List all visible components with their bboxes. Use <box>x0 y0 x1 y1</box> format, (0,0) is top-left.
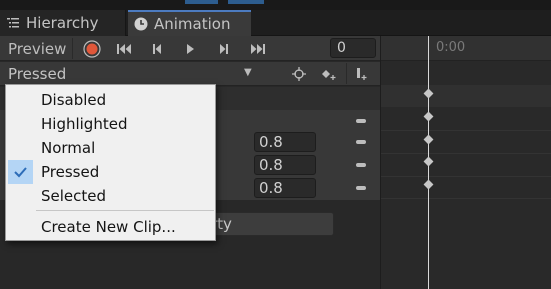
toolbar-accent-segment <box>228 0 264 4</box>
track-divider <box>381 130 551 131</box>
tab-hierarchy[interactable]: Hierarchy <box>0 10 126 36</box>
property-value-field[interactable]: 0.8 <box>254 178 316 198</box>
track-divider <box>381 176 551 177</box>
property-menu-icon[interactable] <box>356 119 366 123</box>
menu-item-pressed[interactable]: Pressed <box>6 160 215 184</box>
dropdown-arrow-icon[interactable]: ▼ <box>244 67 252 78</box>
timeline-area[interactable]: 0:00 <box>380 36 551 289</box>
menu-item-create-new-clip[interactable]: Create New Clip... <box>6 215 215 239</box>
first-key-icon[interactable] <box>110 38 138 59</box>
animation-clock-icon <box>134 17 148 31</box>
tab-animation-label: Animation <box>154 15 231 33</box>
track-divider <box>381 153 551 154</box>
keyframe[interactable] <box>423 179 434 190</box>
clip-selector-row: Pressed ▼ <box>0 62 380 86</box>
property-menu-icon[interactable] <box>356 163 366 167</box>
last-key-icon[interactable] <box>244 38 272 59</box>
animation-toolbar: Preview 0 <box>0 36 380 61</box>
property-value-field[interactable]: 0.8 <box>254 155 316 175</box>
track-divider <box>381 198 551 199</box>
menu-item-selected[interactable]: Selected <box>6 184 215 208</box>
hierarchy-icon <box>6 16 20 30</box>
keyframe[interactable] <box>423 156 434 167</box>
menu-item-disabled[interactable]: Disabled <box>6 88 215 112</box>
tab-animation[interactable]: Animation <box>128 10 251 36</box>
time-ruler[interactable]: 0:00 <box>381 36 551 61</box>
property-menu-icon[interactable] <box>356 140 366 144</box>
summary-row <box>381 85 551 107</box>
frame-input[interactable]: 0 <box>330 38 376 58</box>
menu-separator <box>36 210 214 211</box>
ruler-time-label: 0:00 <box>436 40 466 55</box>
next-key-icon[interactable] <box>210 38 238 59</box>
top-strip <box>0 0 551 10</box>
property-menu-icon[interactable] <box>356 186 366 190</box>
add-event-icon[interactable] <box>346 63 375 84</box>
prev-key-icon[interactable] <box>143 38 171 59</box>
keyframe[interactable] <box>423 111 434 122</box>
menu-item-normal[interactable]: Normal <box>6 136 215 160</box>
add-keyframe-icon[interactable] <box>315 63 343 84</box>
tab-hierarchy-label: Hierarchy <box>26 14 99 32</box>
keyframe[interactable] <box>423 134 434 145</box>
tab-bar: Hierarchy Animation <box>0 10 551 36</box>
preview-button[interactable]: Preview <box>3 38 73 59</box>
clip-dropdown[interactable]: Pressed <box>8 65 66 83</box>
property-value-field[interactable]: 0.8 <box>254 132 316 152</box>
filter-by-selection-icon[interactable] <box>285 63 313 84</box>
clip-dropdown-menu: Disabled Highlighted Normal Pressed Sele… <box>5 84 216 241</box>
play-icon[interactable] <box>176 38 204 59</box>
menu-item-highlighted[interactable]: Highlighted <box>6 112 215 136</box>
record-icon[interactable] <box>78 38 106 59</box>
toolbar-accent-segment <box>185 0 218 4</box>
